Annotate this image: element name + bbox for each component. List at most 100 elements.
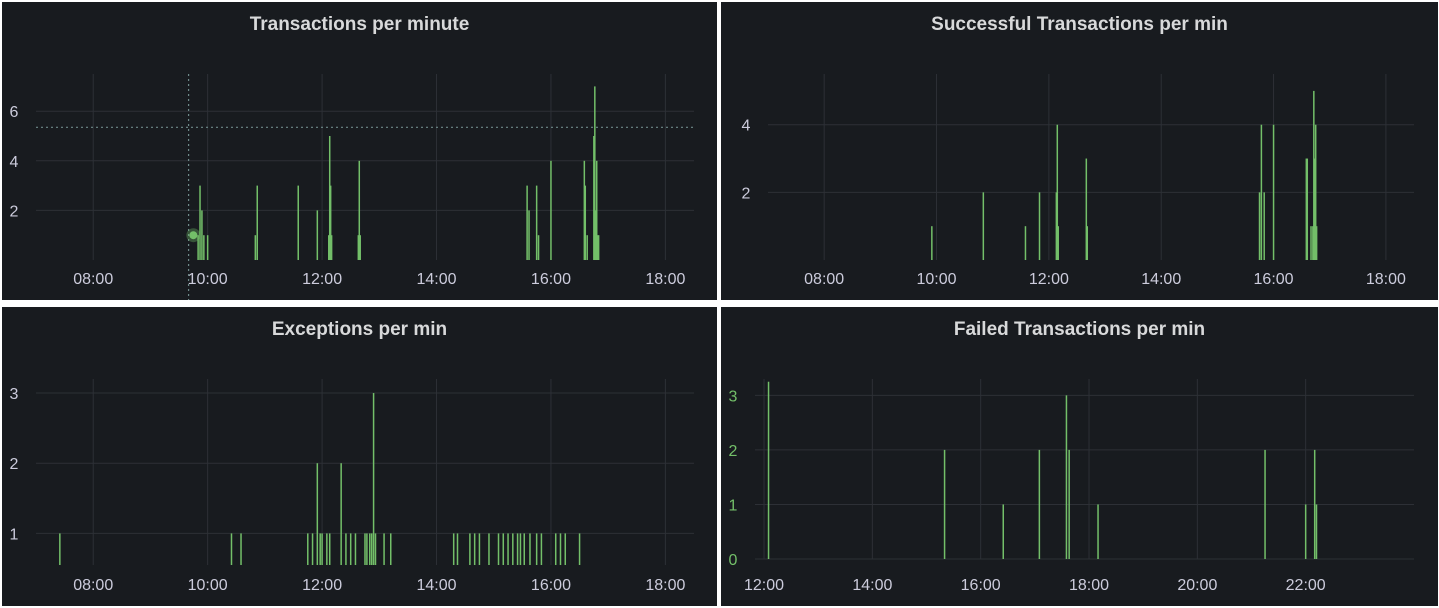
data-bar bbox=[59, 533, 61, 565]
x-tick-label: 08:00 bbox=[73, 271, 113, 288]
data-bar bbox=[370, 533, 373, 565]
data-bar bbox=[537, 235, 540, 260]
data-bar bbox=[1260, 124, 1263, 261]
series bbox=[197, 86, 600, 261]
hover-point bbox=[189, 231, 198, 240]
data-bar bbox=[1038, 449, 1041, 559]
data-bar bbox=[473, 533, 476, 565]
data-bar bbox=[507, 533, 509, 565]
data-bar bbox=[203, 235, 205, 260]
chart-successful-transactions-per-min[interactable]: 08:00 10:00 12:00 14:00 16:00 18:00 2 4 bbox=[721, 2, 1438, 300]
data-bar bbox=[1315, 226, 1318, 260]
series bbox=[767, 381, 1318, 559]
series bbox=[931, 90, 1318, 261]
data-bar bbox=[535, 533, 538, 565]
y-tick-label: 6 bbox=[10, 104, 19, 121]
panel-transactions-per-minute: Transactions per minute 08:00 10:00 12:00 1… bbox=[2, 2, 717, 300]
data-bar bbox=[1002, 504, 1005, 559]
data-bar bbox=[389, 533, 392, 565]
chart-exceptions-per-min[interactable]: 08:00 10:00 12:00 14:00 16:00 18:00 1 2 3 bbox=[2, 307, 717, 606]
chart-failed-transactions-per-min[interactable]: 12:00 14:00 16:00 18:00 20:00 22:00 0 1 2 3 bbox=[721, 307, 1438, 606]
data-bar bbox=[297, 185, 299, 260]
x-tick-label: 08:00 bbox=[804, 271, 844, 288]
data-bar bbox=[982, 192, 985, 260]
data-bar bbox=[316, 210, 319, 260]
data-bar bbox=[1272, 124, 1275, 261]
data-bar bbox=[1086, 226, 1089, 260]
data-bar bbox=[1306, 158, 1309, 260]
x-tick-label: 18:00 bbox=[1069, 577, 1109, 594]
x-tick-label: 10:00 bbox=[916, 271, 956, 288]
x-tick-label: 12:00 bbox=[744, 577, 784, 594]
data-bar bbox=[330, 235, 333, 260]
x-tick-label: 10:00 bbox=[188, 577, 228, 594]
data-bar bbox=[586, 235, 588, 260]
x-tick-label: 12:00 bbox=[302, 577, 342, 594]
data-bar bbox=[240, 533, 242, 565]
data-bar bbox=[311, 533, 314, 565]
data-bar bbox=[516, 533, 519, 565]
y-tick-label: 4 bbox=[742, 118, 751, 135]
data-bar bbox=[523, 533, 526, 565]
panel-failed-transactions-per-min: Failed Transactions per min 12:00 14:00 16… bbox=[721, 307, 1438, 606]
panel-exceptions-per-min: Exceptions per min 08:00 10:00 12:00 14:00 1… bbox=[2, 307, 717, 606]
data-bar bbox=[1057, 226, 1059, 260]
data-bar bbox=[349, 533, 352, 565]
y-tick-label: 4 bbox=[10, 154, 19, 171]
chart-transactions-per-minute[interactable]: 08:00 10:00 12:00 14:00 16:00 18:00 2 4 6 bbox=[2, 2, 717, 300]
data-bar bbox=[478, 533, 481, 565]
x-tick-label: 14:00 bbox=[416, 577, 456, 594]
y-tick-label: 2 bbox=[10, 456, 19, 473]
data-bar bbox=[1038, 192, 1041, 260]
data-bar bbox=[1313, 449, 1316, 559]
data-bar bbox=[383, 533, 385, 565]
data-bar bbox=[578, 533, 581, 565]
data-bar bbox=[326, 533, 328, 565]
x-tick-label: 10:00 bbox=[188, 271, 228, 288]
y-tick-label: 2 bbox=[729, 443, 738, 460]
data-bar bbox=[319, 533, 321, 565]
x-tick-label: 18:00 bbox=[645, 271, 685, 288]
data-bar bbox=[931, 226, 933, 260]
x-tick-label: 16:00 bbox=[531, 271, 571, 288]
x-tick-label: 12:00 bbox=[1029, 271, 1069, 288]
data-bar bbox=[1068, 449, 1070, 559]
data-bar bbox=[254, 235, 257, 260]
data-bar bbox=[366, 533, 368, 565]
data-bar bbox=[1264, 449, 1266, 559]
data-bar bbox=[328, 533, 331, 565]
x-tick-label: 14:00 bbox=[416, 271, 456, 288]
x-tick-label: 16:00 bbox=[961, 577, 1001, 594]
y-tick-label: 2 bbox=[10, 203, 19, 220]
data-bar bbox=[230, 533, 233, 565]
data-bar bbox=[584, 185, 587, 260]
data-bar bbox=[1310, 226, 1312, 260]
data-bar bbox=[256, 185, 258, 260]
y-tick-label: 3 bbox=[10, 386, 19, 403]
data-bar bbox=[1024, 226, 1027, 260]
data-bar bbox=[364, 533, 366, 565]
data-bar bbox=[529, 533, 531, 565]
data-bar bbox=[554, 533, 557, 565]
panel-successful-transactions-per-min: Successful Transactions per min 08:00 10:… bbox=[721, 2, 1438, 300]
data-bar bbox=[488, 533, 490, 565]
data-bar bbox=[1065, 395, 1068, 559]
x-tick-label: 18:00 bbox=[1366, 271, 1406, 288]
data-bar bbox=[528, 210, 530, 260]
x-tick-label: 08:00 bbox=[73, 577, 113, 594]
series bbox=[59, 393, 581, 565]
data-bar bbox=[943, 449, 946, 559]
data-bar bbox=[456, 533, 459, 565]
data-bar bbox=[540, 533, 543, 565]
data-bar bbox=[519, 533, 522, 565]
data-bar bbox=[469, 533, 471, 565]
data-bar bbox=[512, 533, 514, 565]
data-bar bbox=[559, 533, 562, 565]
data-bar bbox=[550, 160, 552, 260]
data-bar bbox=[1304, 504, 1307, 559]
data-bar bbox=[199, 185, 201, 260]
x-tick-label: 22:00 bbox=[1286, 577, 1326, 594]
data-bar bbox=[340, 463, 342, 565]
x-tick-label: 16:00 bbox=[1254, 271, 1294, 288]
data-bar bbox=[452, 533, 455, 565]
